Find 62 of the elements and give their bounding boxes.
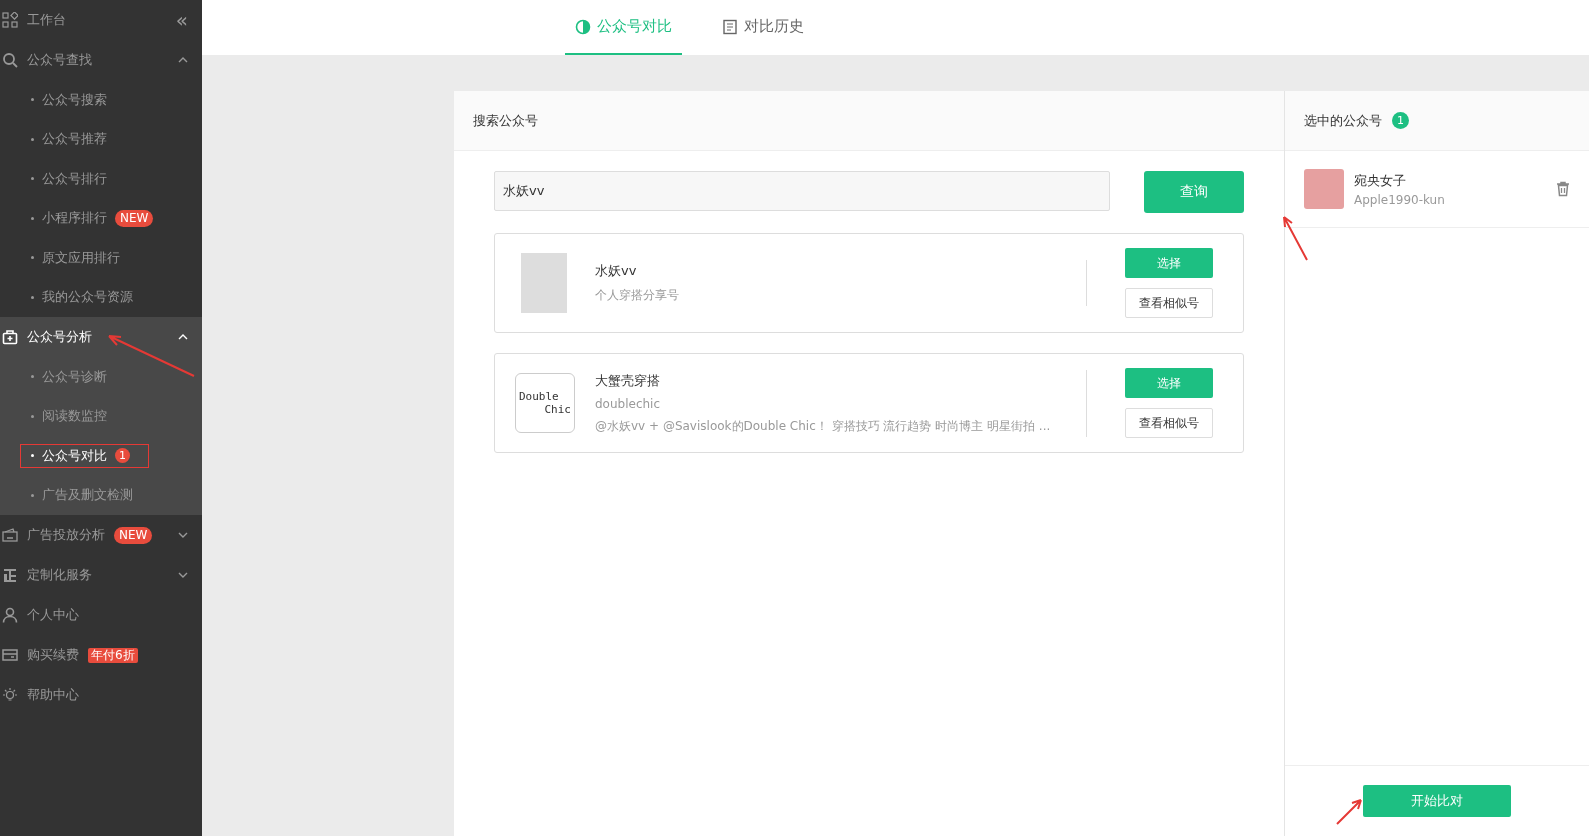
search-button[interactable]: 查询 bbox=[1144, 171, 1244, 213]
chevron-icon[interactable] bbox=[178, 57, 188, 63]
start-compare-button[interactable]: 开始比对 bbox=[1363, 785, 1511, 817]
collapse-button[interactable]: « bbox=[175, 8, 188, 32]
menu-item[interactable]: 个人中心 bbox=[27, 606, 79, 624]
card-icon bbox=[2, 647, 18, 663]
menu-item[interactable]: 公众号查找 bbox=[27, 51, 92, 69]
panel-title: 选中的公众号 bbox=[1304, 111, 1382, 130]
annotation-arrow bbox=[1280, 213, 1310, 263]
account-description: 个人穿搭分享号 bbox=[595, 287, 680, 304]
account-id: doublechic bbox=[595, 396, 662, 411]
submenu-item[interactable]: 公众号对比 1 bbox=[20, 443, 149, 468]
briefcase-icon bbox=[2, 329, 18, 345]
similar-button[interactable]: 查看相似号 bbox=[1125, 288, 1213, 318]
menu-item[interactable]: 帮助中心 bbox=[27, 686, 79, 704]
menu-item[interactable]: 公众号分析 bbox=[27, 328, 92, 346]
grid-icon bbox=[2, 12, 18, 28]
logo-text: Chic bbox=[544, 403, 572, 416]
account-name: 大蟹壳穿搭 bbox=[595, 371, 661, 390]
submenu-item[interactable]: 公众号诊断 bbox=[20, 364, 118, 389]
account-name: 水妖vv bbox=[595, 262, 638, 280]
logo-text: Double bbox=[518, 390, 559, 403]
count-badge: 1 bbox=[1392, 112, 1409, 129]
account-name: 宛央女子 bbox=[1354, 171, 1407, 190]
user-icon bbox=[2, 607, 18, 623]
submenu-item[interactable]: 广告及删文检测 bbox=[20, 483, 144, 508]
account-id: Apple1990-kun bbox=[1354, 192, 1446, 207]
submenu-item[interactable]: 公众号推荐 bbox=[20, 127, 118, 152]
tab[interactable]: 公众号对比 bbox=[565, 0, 682, 55]
search-icon bbox=[2, 52, 18, 68]
half-circle-icon bbox=[575, 18, 591, 35]
submenu-item[interactable]: 公众号排行 bbox=[20, 166, 118, 191]
menu-item[interactable]: 广告投放分析 bbox=[27, 526, 105, 544]
submenu-item[interactable]: 公众号搜索 bbox=[20, 87, 118, 112]
new-badge: NEW bbox=[114, 526, 153, 544]
submenu-item[interactable]: 阅读数监控 bbox=[20, 404, 118, 429]
new-badge: 年付6折 bbox=[88, 647, 138, 663]
submenu-item[interactable]: 原文应用排行 bbox=[20, 245, 131, 270]
count-badge: 1 bbox=[115, 448, 130, 464]
submenu-item[interactable]: 小程序排行 NEW bbox=[20, 206, 165, 231]
photo-placeholder bbox=[1304, 169, 1344, 209]
stamp-icon bbox=[2, 567, 18, 583]
menu-item[interactable]: 购买续费 bbox=[27, 646, 79, 664]
document-icon bbox=[722, 18, 738, 35]
submenu-item[interactable]: 我的公众号资源 bbox=[20, 285, 144, 310]
chevron-icon[interactable] bbox=[178, 532, 188, 538]
search-field[interactable]: 水妖vv bbox=[494, 171, 1110, 211]
similar-button[interactable]: 查看相似号 bbox=[1125, 408, 1213, 438]
account-description: @水妖vv + @Savislook的Double Chic！ 穿搭技巧 流行趋势 时尚博主 明星街拍 ... bbox=[595, 417, 1052, 435]
ad-icon bbox=[2, 527, 18, 543]
menu-item[interactable]: 工作台 bbox=[27, 11, 66, 29]
select-button[interactable]: 选择 bbox=[1125, 248, 1213, 278]
tab[interactable]: 对比历史 bbox=[712, 0, 814, 55]
bulb-icon bbox=[2, 687, 18, 703]
count-badge: NEW bbox=[115, 209, 154, 227]
panel-title: 搜索公众号 bbox=[454, 91, 1284, 151]
photo-placeholder bbox=[521, 253, 567, 313]
trash-icon[interactable] bbox=[1555, 181, 1571, 197]
chevron-icon[interactable] bbox=[178, 572, 188, 578]
menu-item[interactable]: 定制化服务 bbox=[27, 566, 92, 584]
annotation-arrow bbox=[1335, 796, 1365, 826]
select-button[interactable]: 选择 bbox=[1125, 368, 1213, 398]
